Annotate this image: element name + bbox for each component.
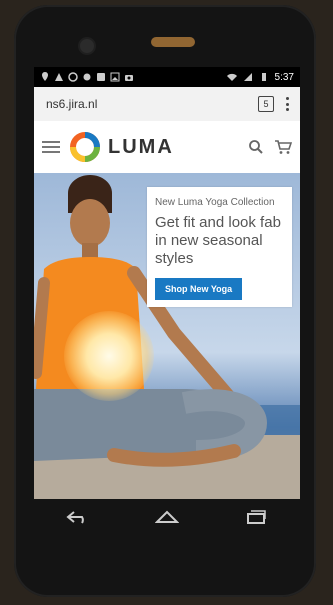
wifi-icon: [226, 72, 237, 82]
phone-screen: 5:37 ns6.jira.nl 5 LUMA New Luma Yoga Co…: [34, 67, 300, 499]
earpiece-speaker: [151, 37, 195, 47]
hero-banner[interactable]: New Luma Yoga Collection Get fit and loo…: [34, 173, 300, 499]
hamburger-menu-icon[interactable]: [42, 141, 60, 153]
app-notification-icon: [96, 72, 106, 82]
battery-icon: [259, 72, 269, 82]
front-camera: [80, 39, 94, 53]
promo-subtitle: New Luma Yoga Collection: [155, 197, 275, 208]
cart-icon[interactable]: [274, 139, 292, 155]
luma-logo-icon[interactable]: [70, 132, 100, 162]
back-icon[interactable]: [66, 510, 90, 524]
site-header: LUMA: [34, 121, 300, 173]
home-icon[interactable]: [154, 510, 179, 524]
settings-icon: [82, 72, 92, 82]
recent-apps-icon[interactable]: [244, 510, 268, 524]
shop-new-yoga-button[interactable]: Shop New Yoga: [155, 278, 243, 300]
promo-card: New Luma Yoga Collection Get fit and loo…: [147, 187, 292, 307]
status-bar: 5:37: [34, 67, 300, 87]
location-icon: [40, 72, 50, 82]
signal-alert-icon: [54, 72, 64, 82]
browser-menu-icon[interactable]: [286, 97, 290, 111]
sync-icon: [68, 72, 78, 82]
cellular-signal-icon: [243, 72, 253, 82]
camera-notification-icon: [124, 72, 134, 82]
camera-flash-glare: [64, 311, 154, 401]
browser-toolbar: ns6.jira.nl 5: [34, 87, 300, 121]
url-field[interactable]: ns6.jira.nl: [40, 97, 258, 111]
gallery-icon: [110, 72, 120, 82]
android-nav-bar: [34, 499, 300, 535]
brand-name[interactable]: LUMA: [108, 136, 174, 159]
promo-title: Get fit and look fab in new seasonal sty…: [155, 214, 281, 267]
tab-switcher-button[interactable]: 5: [258, 96, 274, 112]
search-icon[interactable]: [248, 139, 264, 155]
status-time: 5:37: [274, 71, 294, 83]
